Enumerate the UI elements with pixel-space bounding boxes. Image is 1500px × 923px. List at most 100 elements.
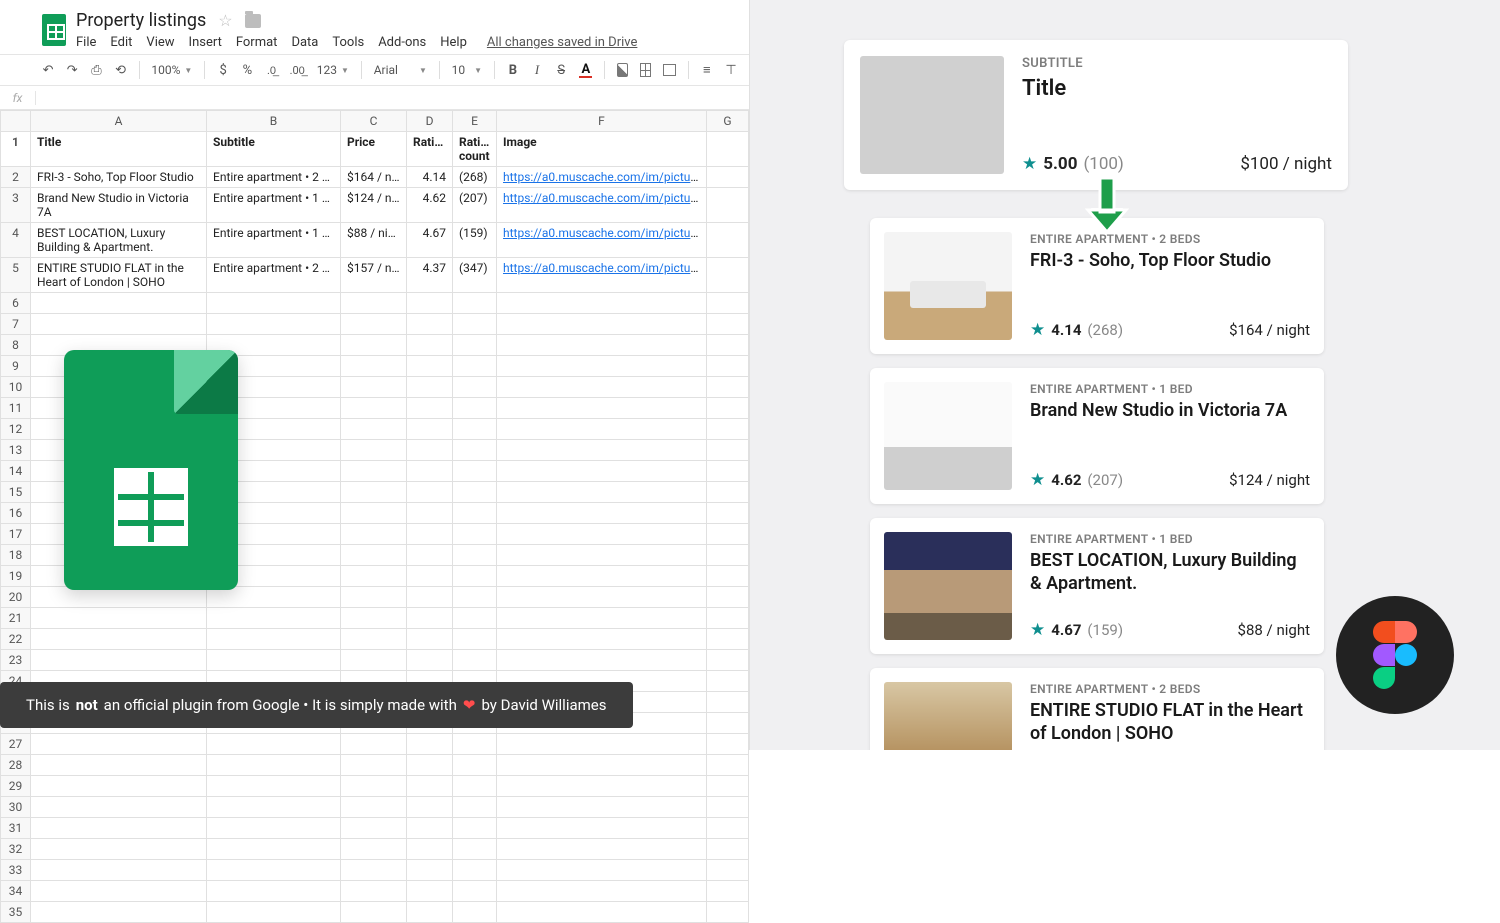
row-header[interactable]: 4 bbox=[1, 223, 31, 258]
zoom-select[interactable]: 100%▼ bbox=[151, 63, 192, 77]
menu-format[interactable]: Format bbox=[236, 35, 278, 50]
row-header[interactable]: 16 bbox=[1, 503, 31, 524]
star-icon[interactable]: ☆ bbox=[218, 11, 232, 30]
font-select[interactable]: Arial▼ bbox=[374, 63, 427, 77]
menu-addons[interactable]: Add-ons bbox=[378, 35, 426, 50]
cell-title[interactable]: Brand New Studio in Victoria 7A bbox=[31, 188, 207, 223]
cell-subtitle[interactable]: Entire apartment • 1 Bed bbox=[207, 188, 341, 223]
percent-format-button[interactable]: % bbox=[241, 62, 253, 78]
horizontal-align-icon[interactable]: ≡ bbox=[701, 62, 713, 78]
col-header[interactable]: F bbox=[497, 111, 707, 132]
header-cell[interactable]: Image bbox=[497, 132, 707, 167]
cell-price[interactable]: $88 / night bbox=[341, 223, 407, 258]
listing-card[interactable]: ENTIRE APARTMENT • 2 BEDSENTIRE STUDIO F… bbox=[870, 668, 1324, 750]
menu-file[interactable]: File bbox=[76, 35, 96, 50]
row-header[interactable]: 14 bbox=[1, 461, 31, 482]
cell-rating[interactable]: 4.67 bbox=[407, 223, 453, 258]
row-header[interactable]: 8 bbox=[1, 335, 31, 356]
row-header[interactable]: 11 bbox=[1, 398, 31, 419]
row-header[interactable]: 17 bbox=[1, 524, 31, 545]
document-title[interactable]: Property listings bbox=[76, 10, 206, 31]
col-header[interactable]: G bbox=[707, 111, 749, 132]
col-header[interactable]: E bbox=[453, 111, 497, 132]
cell-count[interactable]: (347) bbox=[453, 258, 497, 293]
row-header[interactable]: 19 bbox=[1, 566, 31, 587]
row-header[interactable]: 6 bbox=[1, 293, 31, 314]
number-format-select[interactable]: 123▼ bbox=[317, 63, 349, 77]
col-header[interactable]: A bbox=[31, 111, 207, 132]
menu-help[interactable]: Help bbox=[440, 35, 467, 50]
listing-card[interactable]: ENTIRE APARTMENT • 1 BEDBrand New Studio… bbox=[870, 368, 1324, 504]
cell-subtitle[interactable]: Entire apartment • 2 Beds bbox=[207, 167, 341, 188]
cell-image[interactable]: https://a0.muscache.com/im/pictures/4399… bbox=[497, 167, 707, 188]
row-header[interactable]: 21 bbox=[1, 608, 31, 629]
paint-format-icon[interactable]: ⟲ bbox=[114, 62, 126, 78]
cell-image[interactable]: https://a0.muscache.com/im/pictures/4274… bbox=[497, 223, 707, 258]
cell-image[interactable]: https://a0.muscache.com/im/pictures/5688… bbox=[497, 258, 707, 293]
menu-insert[interactable]: Insert bbox=[189, 35, 222, 50]
listing-card[interactable]: ENTIRE APARTMENT • 1 BEDBEST LOCATION, L… bbox=[870, 518, 1324, 654]
header-cell[interactable]: Subtitle bbox=[207, 132, 341, 167]
cell-rating[interactable]: 4.14 bbox=[407, 167, 453, 188]
cell-count[interactable]: (207) bbox=[453, 188, 497, 223]
cell-image[interactable]: https://a0.muscache.com/im/pictures/6934… bbox=[497, 188, 707, 223]
cell-count[interactable]: (159) bbox=[453, 223, 497, 258]
row-header[interactable]: 27 bbox=[1, 734, 31, 755]
row-header[interactable]: 31 bbox=[1, 818, 31, 839]
header-cell[interactable]: Rating bbox=[407, 132, 453, 167]
redo-icon[interactable]: ↷ bbox=[66, 62, 78, 78]
row-header[interactable]: 32 bbox=[1, 839, 31, 860]
cell-price[interactable]: $157 / night bbox=[341, 258, 407, 293]
fill-color-icon[interactable] bbox=[617, 63, 628, 77]
currency-format-button[interactable]: $ bbox=[217, 62, 229, 78]
row-header[interactable]: 28 bbox=[1, 755, 31, 776]
cell-title[interactable]: BEST LOCATION, Luxury Building & Apartme… bbox=[31, 223, 207, 258]
cell-subtitle[interactable]: Entire apartment • 2 Beds bbox=[207, 258, 341, 293]
row-header[interactable]: 10 bbox=[1, 377, 31, 398]
header-cell[interactable]: Rating count bbox=[453, 132, 497, 167]
row-header[interactable]: 34 bbox=[1, 881, 31, 902]
folder-icon[interactable] bbox=[245, 14, 261, 28]
borders-icon[interactable] bbox=[640, 63, 651, 77]
cell-rating[interactable]: 4.37 bbox=[407, 258, 453, 293]
cell-price[interactable]: $164 / night bbox=[341, 167, 407, 188]
cell-title[interactable]: FRI-3 - Soho, Top Floor Studio bbox=[31, 167, 207, 188]
text-color-button[interactable]: A bbox=[579, 62, 592, 78]
row-header[interactable]: 13 bbox=[1, 440, 31, 461]
cell-price[interactable]: $124 / night bbox=[341, 188, 407, 223]
row-header[interactable]: 35 bbox=[1, 902, 31, 923]
row-header[interactable]: 5 bbox=[1, 258, 31, 293]
col-header[interactable]: C bbox=[341, 111, 407, 132]
menu-view[interactable]: View bbox=[146, 35, 174, 50]
bold-button[interactable]: B bbox=[507, 62, 519, 78]
col-header[interactable]: D bbox=[407, 111, 453, 132]
corner-cell[interactable] bbox=[1, 111, 31, 132]
print-icon[interactable]: ⎙ bbox=[90, 62, 102, 78]
undo-icon[interactable]: ↶ bbox=[42, 62, 54, 78]
cell-title[interactable]: ENTIRE STUDIO FLAT in the Heart of Londo… bbox=[31, 258, 207, 293]
vertical-align-icon[interactable]: ⊤ bbox=[725, 62, 737, 78]
font-size-select[interactable]: 10▼ bbox=[452, 63, 482, 77]
row-header[interactable]: 18 bbox=[1, 545, 31, 566]
header-cell[interactable]: Price bbox=[341, 132, 407, 167]
row-header[interactable]: 29 bbox=[1, 776, 31, 797]
row-header[interactable]: 9 bbox=[1, 356, 31, 377]
col-header[interactable]: B bbox=[207, 111, 341, 132]
row-header[interactable]: 30 bbox=[1, 797, 31, 818]
row-header[interactable]: 20 bbox=[1, 587, 31, 608]
row-header[interactable]: 2 bbox=[1, 167, 31, 188]
row-header[interactable]: 3 bbox=[1, 188, 31, 223]
row-header[interactable]: 33 bbox=[1, 860, 31, 881]
decrease-decimal-button[interactable]: .0̲ bbox=[265, 62, 277, 78]
row-header[interactable]: 15 bbox=[1, 482, 31, 503]
cell-subtitle[interactable]: Entire apartment • 1 Bed bbox=[207, 223, 341, 258]
row-header[interactable]: 12 bbox=[1, 419, 31, 440]
italic-button[interactable]: I bbox=[531, 62, 543, 78]
row-header[interactable]: 23 bbox=[1, 650, 31, 671]
menu-data[interactable]: Data bbox=[291, 35, 318, 50]
menu-edit[interactable]: Edit bbox=[110, 35, 132, 50]
strikethrough-button[interactable]: S bbox=[555, 62, 567, 78]
formula-bar[interactable]: fx bbox=[0, 86, 749, 110]
row-header[interactable]: 1 bbox=[1, 132, 31, 167]
menu-tools[interactable]: Tools bbox=[332, 35, 364, 50]
